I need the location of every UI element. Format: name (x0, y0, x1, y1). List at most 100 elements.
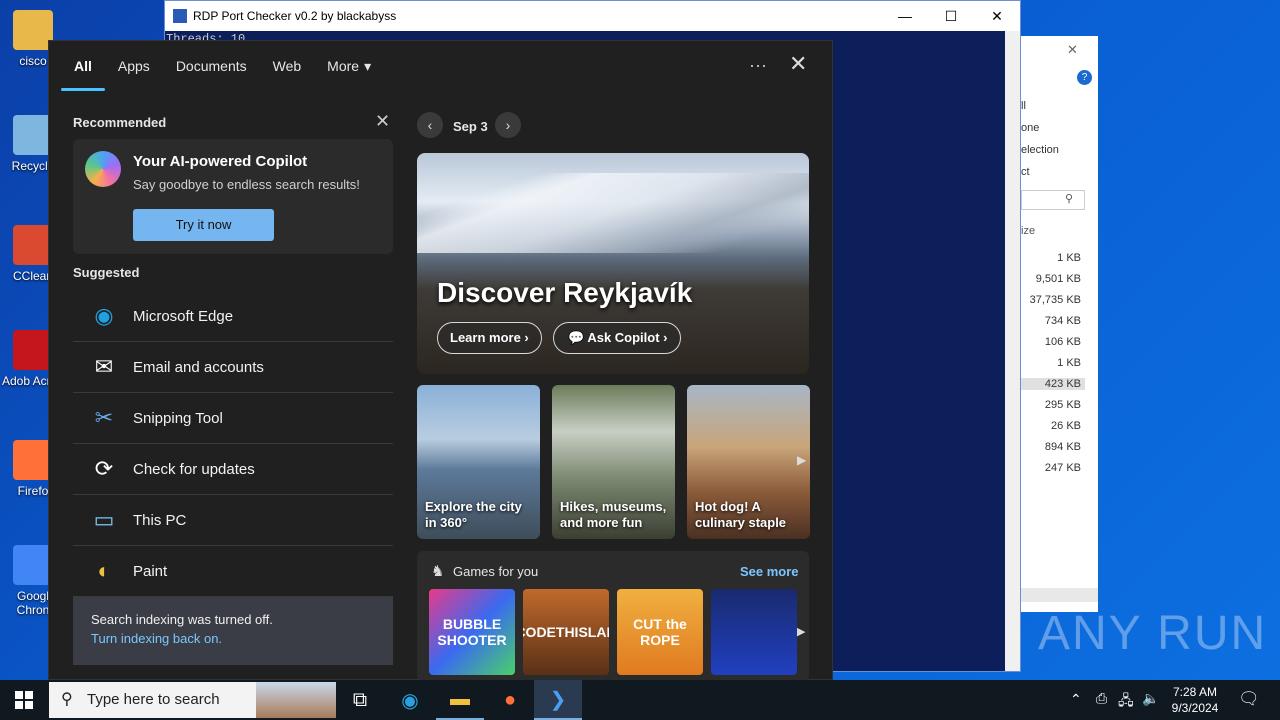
close-button[interactable]: ✕ (974, 1, 1020, 31)
clock[interactable]: 7:28 AM 9/3/2024 (1165, 684, 1225, 716)
taskbar: ⚲ Type here to search ⧉ ◉ ▬ ● ❯ ⌃ ⎙ 🖧 🔈 … (0, 680, 1280, 720)
dismiss-recommended-button[interactable]: ✕ (375, 111, 390, 132)
search-placeholder: Type here to search (87, 691, 220, 708)
suggested-item[interactable]: ◉ Microsoft Edge (73, 291, 393, 342)
tab-documents[interactable]: Documents (163, 41, 260, 91)
explorer-help-icon[interactable]: ? (1077, 70, 1092, 85)
file-size-cell[interactable]: 734 KB (1021, 315, 1085, 327)
copilot-subtitle: Say goodbye to endless search results! (133, 177, 360, 192)
sync-icon: ⟳ (94, 456, 114, 481)
game-tile[interactable] (711, 589, 797, 675)
edge-icon: ◉ (94, 303, 114, 328)
file-size-cell[interactable]: 26 KB (1021, 420, 1085, 432)
learn-more-button[interactable]: Learn more › (437, 322, 542, 354)
try-it-now-button[interactable]: Try it now (133, 209, 274, 241)
tab-all[interactable]: All (61, 41, 105, 91)
topic-card-title: Hot dog! A culinary staple (695, 499, 787, 530)
search-icon: ⚲ (61, 691, 73, 708)
rdp-checker-taskbar-button[interactable]: ❯ (534, 680, 582, 720)
game-tile[interactable]: CODETHISLAB (523, 589, 609, 675)
edge-taskbar-button[interactable]: ◉ (386, 680, 434, 720)
task-view-icon: ⧉ (352, 688, 368, 711)
file-size-cell[interactable]: 1 KB (1021, 252, 1085, 264)
file-size-cell[interactable]: 9,501 KB (1021, 273, 1085, 285)
suggested-item[interactable]: ◐ Paint (73, 546, 393, 597)
game-tile[interactable]: CUT the ROPE (617, 589, 703, 675)
minimize-button[interactable]: — (882, 1, 928, 31)
usb-icon[interactable]: ⎙ (1096, 690, 1107, 707)
title-bar[interactable]: RDP Port Checker v0.2 by blackabyss — ☐ … (165, 1, 1020, 31)
see-more-link[interactable]: See more (740, 564, 799, 579)
clock-time: 7:28 AM (1172, 685, 1218, 699)
explorer-search-icon: ⚲ (1065, 193, 1074, 205)
explorer-close-button[interactable]: ✕ (1067, 42, 1078, 58)
file-explorer-taskbar-button[interactable]: ▬ (436, 680, 484, 720)
firefox-icon: ● (503, 688, 517, 711)
topic-card-title: Hikes, museums, and more fun (560, 499, 667, 530)
tab-apps[interactable]: Apps (105, 41, 163, 91)
explorer-search-field[interactable] (1021, 190, 1085, 210)
tab-label: Apps (117, 58, 150, 74)
explorer-menu-item[interactable]: ct (1021, 166, 1030, 178)
computer-icon: ▭ (93, 507, 115, 532)
more-options-button[interactable]: ··· (749, 55, 767, 76)
file-explorer-window[interactable]: ✕? ll one election ct ⚲ ize 1 KB 9,501 KB 37,735 … (1021, 36, 1098, 612)
suggested-item[interactable]: ✉ Email and accounts (73, 342, 393, 393)
hero-card-reykjavik[interactable]: Discover Reykjavík Learn more › 💬 Ask Co… (417, 153, 809, 374)
copilot-icon (85, 151, 121, 187)
clock-date: 9/3/2024 (1171, 701, 1219, 715)
tray-overflow-icon[interactable]: ⌃ (1070, 691, 1082, 708)
suggested-item[interactable]: ▭ This PC (73, 495, 393, 546)
suggested-item-label: Paint (133, 562, 168, 580)
explorer-hscroll[interactable] (1021, 588, 1098, 602)
scrollbar[interactable] (1005, 31, 1020, 671)
start-button[interactable] (0, 680, 48, 720)
search-highlight-image (256, 682, 336, 718)
explorer-window-buttons[interactable] (1021, 42, 1098, 62)
suggested-item-label: Snipping Tool (133, 409, 223, 427)
topic-card[interactable]: Hot dog! A culinary staple (687, 385, 810, 539)
network-icon[interactable]: 🖧 (1118, 690, 1134, 714)
anyrun-watermark: ANY RUN (1038, 607, 1268, 660)
previous-day-button[interactable]: ‹ (417, 112, 443, 138)
folder-icon: ▬ (450, 687, 470, 710)
file-size-cell[interactable]: 106 KB (1021, 336, 1085, 348)
file-size-cell[interactable]: 295 KB (1021, 399, 1085, 411)
maximize-button[interactable]: ☐ (928, 1, 974, 31)
desktop-icon-image (13, 330, 53, 370)
notification-icon[interactable]: 🗨 (1238, 689, 1260, 709)
firefox-taskbar-button[interactable]: ● (486, 680, 534, 720)
size-column-header[interactable]: ize (1021, 225, 1035, 237)
explorer-menu-item[interactable]: ll (1021, 100, 1026, 112)
topic-card[interactable]: Hikes, museums, and more fun (552, 385, 675, 539)
ask-copilot-label: Ask Copilot › (587, 330, 668, 345)
tab-label: Documents (175, 58, 247, 74)
suggested-item[interactable]: ⟳ Check for updates (73, 444, 393, 495)
file-size-cell[interactable]: 37,735 KB (1021, 294, 1085, 306)
file-size-cell[interactable]: 247 KB (1021, 462, 1085, 474)
desktop-icon-image (13, 115, 53, 155)
tab-more[interactable]: More ▾ (314, 41, 384, 91)
volume-icon[interactable]: 🔈 (1142, 690, 1159, 707)
games-section: ♞ Games for you See more BUBBLE SHOOTERC… (417, 551, 809, 681)
game-tile[interactable]: BUBBLE SHOOTER (429, 589, 515, 675)
turn-indexing-on-link[interactable]: Turn indexing back on. (91, 631, 375, 646)
edge-icon: ◉ (401, 689, 419, 712)
file-size-cell[interactable]: 423 KB (1021, 378, 1085, 390)
suggested-item[interactable]: ✂ Snipping Tool (73, 393, 393, 444)
cards-next-arrow[interactable]: ▶ (797, 453, 806, 467)
topic-card[interactable]: Explore the city in 360° (417, 385, 540, 539)
close-panel-button[interactable]: ✕ (789, 51, 807, 77)
topic-card-title: Explore the city in 360° (425, 499, 522, 530)
file-size-cell[interactable]: 894 KB (1021, 441, 1085, 453)
task-view-button[interactable]: ⧉ (336, 680, 384, 720)
explorer-menu-item[interactable]: election (1021, 144, 1059, 156)
file-size-cell[interactable]: 1 KB (1021, 357, 1085, 369)
explorer-menu-item[interactable]: one (1021, 122, 1039, 134)
taskbar-search-box[interactable]: ⚲ Type here to search (49, 682, 336, 718)
next-day-button[interactable]: › (495, 112, 521, 138)
recommended-heading: Recommended (73, 115, 167, 130)
ask-copilot-button[interactable]: 💬 Ask Copilot › (553, 322, 681, 354)
tab-web[interactable]: Web (260, 41, 315, 91)
games-next-arrow[interactable]: ▶ (797, 625, 805, 638)
